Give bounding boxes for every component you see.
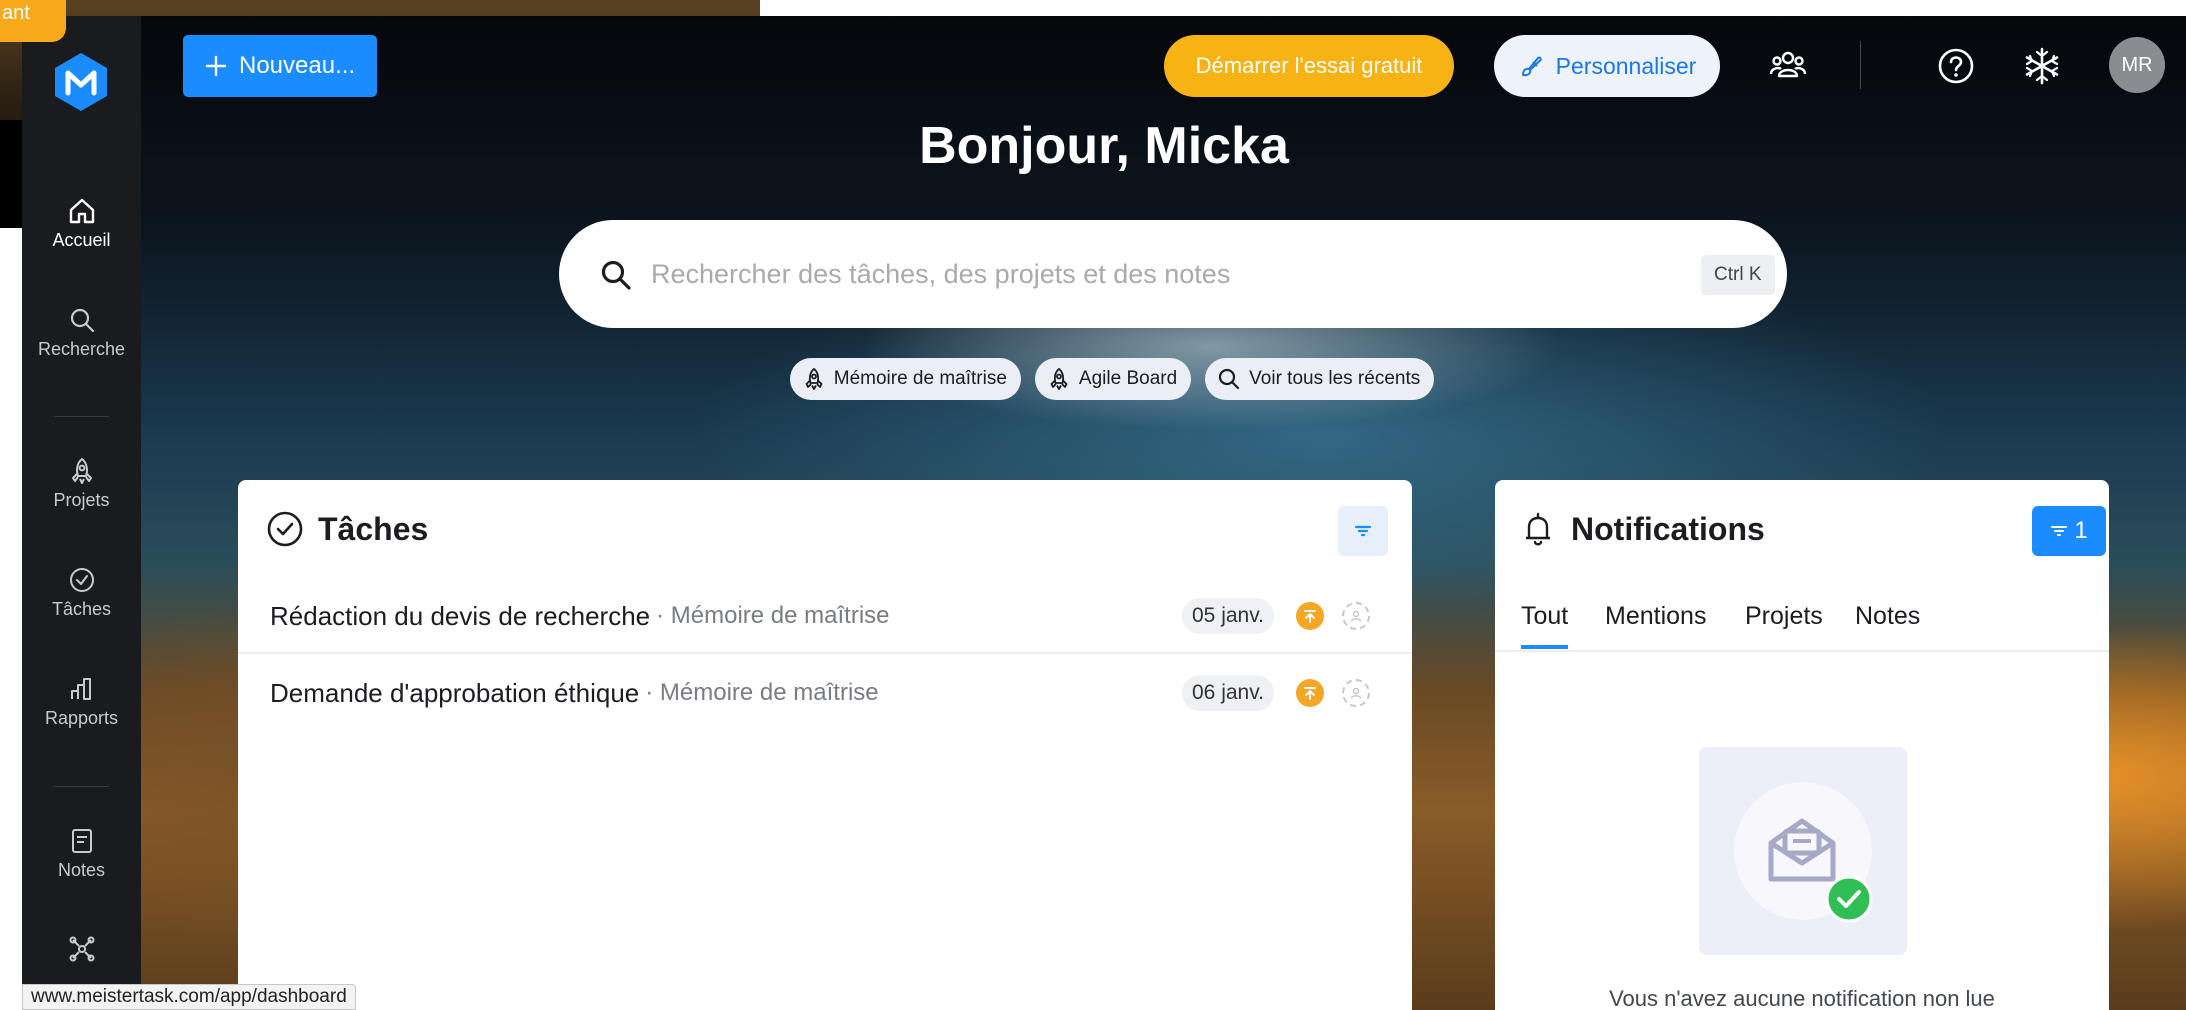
customize-button[interactable]: Personnaliser: [1494, 35, 1720, 97]
keyboard-shortcut-badge: Ctrl K: [1701, 255, 1775, 295]
task-row[interactable]: Rédaction du devis de recherche · Mémoir…: [238, 580, 1412, 654]
start-trial-button[interactable]: Démarrer l'essai gratuit: [1164, 35, 1454, 97]
panel-title-text: Notifications: [1571, 510, 1765, 547]
check-circle-icon: [69, 568, 94, 592]
sidebar-item-notes[interactable]: Notes: [22, 826, 141, 881]
new-button[interactable]: Nouveau...: [183, 35, 377, 97]
tab-all[interactable]: Tout: [1521, 602, 1569, 649]
check-badge-icon: [1825, 875, 1873, 923]
search-input[interactable]: [651, 248, 1631, 300]
avatar[interactable]: MR: [2109, 37, 2165, 93]
rocket-icon: [71, 457, 92, 484]
notifications-tabs: Tout Mentions Projets Notes: [1495, 598, 2109, 652]
global-search[interactable]: Ctrl K: [559, 220, 1787, 328]
view-all-recent-chip[interactable]: Voir tous les récents: [1205, 358, 1435, 400]
sidebar-item-label: Recherche: [37, 339, 126, 359]
team-icon[interactable]: [1768, 46, 1808, 86]
search-icon: [70, 308, 94, 333]
tab-projects[interactable]: Projets: [1745, 602, 1823, 645]
note-icon: [71, 829, 92, 853]
unassigned-user-icon[interactable]: [1342, 602, 1370, 630]
plus-icon: [205, 55, 227, 77]
task-title[interactable]: Demande d'approbation éthique: [270, 678, 639, 709]
snowflake-icon[interactable]: [2022, 46, 2062, 86]
sidebar-item-projects[interactable]: Projets: [22, 456, 141, 511]
filter-count: 1: [2074, 517, 2088, 544]
background-badge: ant: [0, 0, 66, 42]
tasks-panel: Tâches Rédaction du devis de recherche ·…: [238, 480, 1412, 1010]
sidebar-item-label: Accueil: [52, 230, 111, 250]
tab-notes[interactable]: Notes: [1855, 602, 1920, 645]
task-due-date[interactable]: 06 janv.: [1182, 675, 1274, 711]
tasks-filter-button[interactable]: [1338, 506, 1388, 556]
check-circle-icon: [267, 511, 303, 547]
greeting-title: Bonjour, Micka: [919, 117, 1289, 175]
filter-icon: [1354, 525, 1372, 537]
sidebar-item-search[interactable]: Recherche: [22, 305, 141, 360]
mindmap-icon: [69, 936, 94, 962]
notifications-panel-title: Notifications: [1519, 510, 1765, 548]
sidebar-item-label: Rapports: [44, 708, 119, 728]
notifications-panel: Notifications 1 Tout Mentions Projets No…: [1495, 480, 2109, 1010]
sidebar-item-tasks[interactable]: Tâches: [22, 565, 141, 620]
chip-label: Mémoire de maîtrise: [833, 368, 1007, 389]
search-icon: [601, 260, 631, 290]
sidebar-divider: [54, 786, 109, 787]
new-button-label: Nouveau...: [239, 52, 356, 79]
tab-mentions[interactable]: Mentions: [1605, 602, 1706, 645]
home-icon: [69, 198, 94, 224]
sidebar-divider: [54, 416, 109, 417]
customize-button-label: Personnaliser: [1555, 52, 1697, 79]
sidebar-item-label: Projets: [53, 490, 110, 510]
meistertask-logo[interactable]: [52, 51, 110, 113]
toolbar-divider: [1860, 41, 1861, 89]
chip-label: Agile Board: [1078, 368, 1178, 389]
tasks-panel-title[interactable]: Tâches: [266, 510, 428, 548]
task-title[interactable]: Rédaction du devis de recherche: [270, 601, 650, 632]
priority-icon[interactable]: [1296, 679, 1324, 707]
sidebar-item-home[interactable]: Accueil: [22, 196, 141, 251]
task-project[interactable]: · Mémoire de maîtrise: [645, 679, 878, 707]
filter-icon: [2051, 526, 2068, 536]
bell-icon: [1526, 512, 1550, 546]
help-icon[interactable]: [1936, 46, 1976, 86]
priority-icon[interactable]: [1296, 602, 1324, 630]
task-project[interactable]: · Mémoire de maîtrise: [656, 602, 889, 630]
sidebar-item-label: Tâches: [51, 599, 112, 619]
sidebar-item-mindmap[interactable]: [22, 934, 141, 964]
app-window: Accueil Recherche Projets Tâches Rapport…: [22, 16, 2186, 1010]
search-icon: [1219, 368, 1240, 390]
sidebar-item-reports[interactable]: Rapports: [22, 674, 141, 729]
recent-chip-memoire[interactable]: Mémoire de maîtrise: [789, 358, 1021, 400]
rocket-icon: [805, 367, 823, 390]
recent-chips: Mémoire de maîtrise Agile Board Voir tou…: [22, 358, 2186, 400]
task-row[interactable]: Demande d'approbation éthique · Mémoire …: [238, 656, 1412, 730]
empty-notifications-illustration: [1699, 747, 1907, 955]
task-due-date[interactable]: 05 janv.: [1182, 598, 1274, 634]
recent-chip-agile-board[interactable]: Agile Board: [1034, 358, 1192, 400]
notifications-filter-button[interactable]: 1: [2032, 506, 2106, 556]
status-url: www.meistertask.com/app/dashboard: [22, 984, 356, 1010]
rocket-icon: [1050, 367, 1068, 390]
panel-title-text: Tâches: [318, 510, 429, 547]
bar-chart-icon: [70, 678, 91, 700]
sidebar-item-label: Notes: [57, 860, 106, 880]
empty-notifications-message: Vous n'avez aucune notification non lue: [1609, 986, 1995, 1010]
unassigned-user-icon[interactable]: [1342, 679, 1370, 707]
chip-label: Voir tous les récents: [1249, 368, 1421, 389]
brush-icon: [1521, 56, 1542, 77]
